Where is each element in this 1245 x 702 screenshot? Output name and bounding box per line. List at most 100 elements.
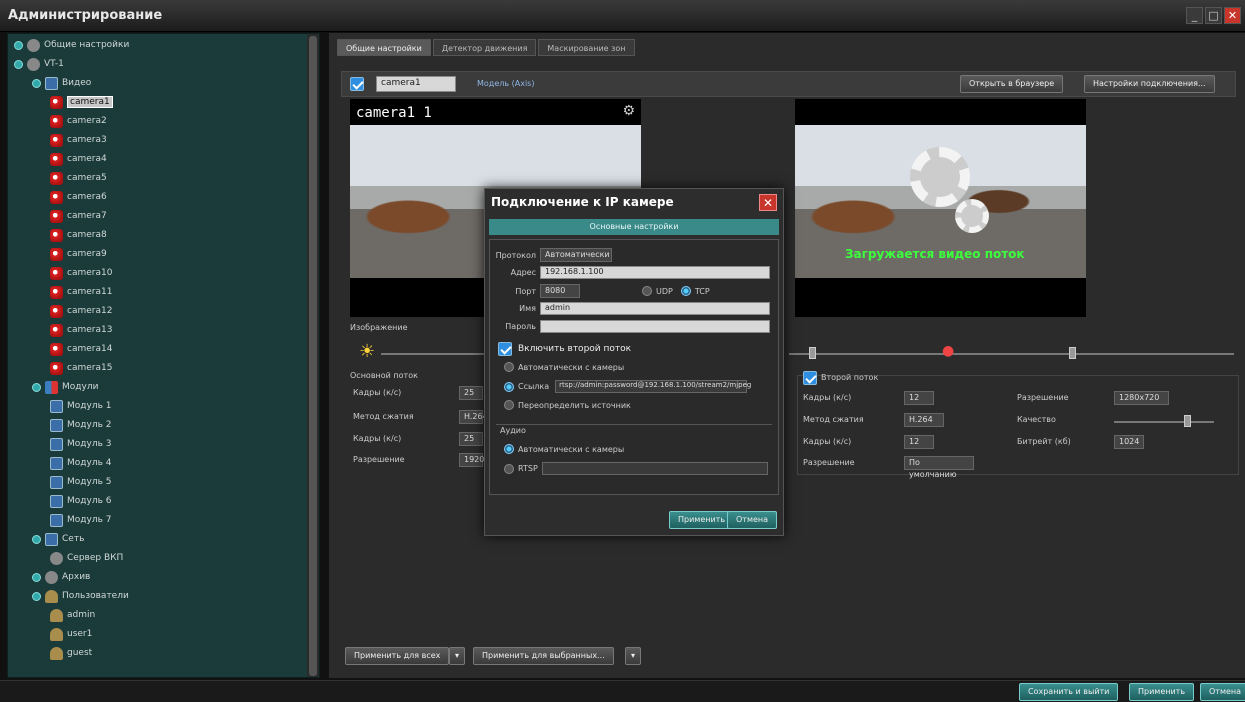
maximize-button[interactable]: □ <box>1205 7 1222 24</box>
tree-item[interactable]: guest <box>50 644 92 662</box>
quality-slider[interactable] <box>1114 415 1214 427</box>
tree-item[interactable]: Пользователи <box>32 587 129 605</box>
tree-item[interactable]: Архив <box>32 568 90 586</box>
url-radio[interactable] <box>504 381 514 392</box>
minimize-button[interactable]: _ <box>1186 7 1203 24</box>
tree-item[interactable]: VT-1 <box>14 55 64 73</box>
second-stream-url-input[interactable]: rtsp://admin:password@192.168.1.100/stre… <box>555 380 751 393</box>
gear-icon[interactable]: ⚙ <box>622 103 635 119</box>
tree-item[interactable]: admin <box>50 606 95 624</box>
udp-radio[interactable] <box>642 286 652 296</box>
second-fps2-select[interactable]: 12 <box>904 435 934 449</box>
tree-scrollbar-thumb[interactable] <box>309 36 317 676</box>
quality-slider-knob[interactable] <box>1184 415 1191 427</box>
main-fps-select[interactable]: 25 <box>459 386 483 400</box>
expand-toggle-icon[interactable] <box>32 382 41 392</box>
cancel-button[interactable]: Отмена <box>1200 683 1245 701</box>
tree-item[interactable]: camera11 <box>50 283 112 301</box>
tree-item[interactable]: Модуль 4 <box>50 454 111 472</box>
second-res-select[interactable]: 1280x720 <box>1114 391 1169 405</box>
module-icon <box>50 513 63 527</box>
main-codec-select[interactable]: H.264 <box>459 410 488 424</box>
camera-enabled-checkbox[interactable] <box>350 77 364 91</box>
tab-masking[interactable]: Маскирование зон <box>538 39 635 56</box>
tree-item[interactable]: camera14 <box>50 340 112 358</box>
tcp-radio[interactable] <box>680 286 691 296</box>
expand-toggle-icon[interactable] <box>32 572 41 582</box>
tree-item[interactable]: camera9 <box>50 245 107 263</box>
tree-item[interactable]: camera12 <box>50 302 112 320</box>
audio-auto-radio[interactable] <box>504 444 514 454</box>
tab-general[interactable]: Общие настройки <box>337 39 431 56</box>
audio-rtsp-input[interactable] <box>541 462 768 475</box>
address-input[interactable]: 192.168.1.100 <box>540 266 770 279</box>
auto-second-radio[interactable] <box>504 362 514 372</box>
setup-connection-button[interactable]: Настройки подключения... <box>1084 75 1215 93</box>
tree-item[interactable]: Модули <box>32 378 98 396</box>
tree-item[interactable]: camera15 <box>50 359 112 377</box>
expand-toggle-icon[interactable] <box>32 78 41 88</box>
tree-item[interactable]: Модуль 7 <box>50 511 111 529</box>
tree-item[interactable]: Сервер ВКП <box>50 549 123 567</box>
model-link[interactable]: Модель (Axis) <box>477 79 534 88</box>
expand-toggle-icon[interactable] <box>14 40 23 50</box>
tree-item[interactable]: camera13 <box>50 321 112 339</box>
tree-item[interactable]: camera1 <box>50 93 113 111</box>
tree-item[interactable]: Сеть <box>32 530 84 548</box>
second-fps-select[interactable]: 12 <box>904 391 934 405</box>
main-resolution-select[interactable]: 1920x1080 <box>459 453 509 467</box>
apply-all-dropdown-button[interactable]: ▾ <box>449 647 465 665</box>
enable-second-stream-checkbox[interactable] <box>498 342 512 356</box>
tree-item[interactable]: Модуль 3 <box>50 435 111 453</box>
port-input[interactable]: 8080 <box>540 284 580 298</box>
tree-item[interactable]: camera10 <box>50 264 112 282</box>
main-fps2-select[interactable]: 25 <box>459 432 483 446</box>
redetect-radio[interactable] <box>504 400 514 410</box>
tree-item[interactable]: Модуль 6 <box>50 492 111 510</box>
tree-item[interactable]: camera7 <box>50 207 107 225</box>
camera-name-input[interactable]: camera1 <box>376 76 456 92</box>
apply-button[interactable]: Применить <box>1129 683 1195 701</box>
name-input[interactable]: admin <box>540 302 770 315</box>
password-input[interactable] <box>540 320 770 333</box>
tree-item[interactable]: camera4 <box>50 150 107 168</box>
tree-item[interactable]: Модуль 2 <box>50 416 111 434</box>
tree-item[interactable]: user1 <box>50 625 92 643</box>
dialog-apply-button[interactable]: Применить <box>669 511 735 529</box>
tree-item[interactable]: camera8 <box>50 226 107 244</box>
tree-item-label: Модуль 4 <box>67 458 112 468</box>
tree-item[interactable]: camera6 <box>50 188 107 206</box>
dialog-cancel-button[interactable]: Отмена <box>727 511 778 529</box>
tree-item[interactable]: Модуль 1 <box>50 397 111 415</box>
expand-toggle-icon[interactable] <box>32 591 41 601</box>
apply-selected-dropdown-button[interactable]: ▾ <box>625 647 641 665</box>
expand-toggle-icon[interactable] <box>32 534 41 544</box>
apply-selected-button[interactable]: Применить для выбранных... <box>473 647 614 665</box>
bitrate-input[interactable]: 1024 <box>1114 435 1144 449</box>
audio-rtsp-radio[interactable] <box>504 463 514 474</box>
dialog-tab-main[interactable]: Основные настройки <box>489 219 779 235</box>
tree-item[interactable]: camera2 <box>50 112 107 130</box>
color-slider-track[interactable] <box>789 347 1234 359</box>
second-stream-checkbox[interactable] <box>803 371 817 385</box>
second-codec-select[interactable]: H.264 <box>904 413 944 427</box>
tab-motion-detector[interactable]: Детектор движения <box>432 39 537 56</box>
open-browser-button[interactable]: Открыть в браузере <box>960 75 1064 93</box>
tree-scrollbar[interactable] <box>307 34 319 677</box>
second-resolution-select[interactable]: По умолчанию <box>904 456 974 479</box>
expand-toggle-icon[interactable] <box>14 59 23 69</box>
brightness-slider[interactable] <box>381 353 491 355</box>
dialog-close-button[interactable]: ✕ <box>759 194 777 211</box>
color-slider-knob-left[interactable] <box>809 347 816 359</box>
tree-item-label: Модуль 6 <box>67 496 112 506</box>
tree-item[interactable]: Общие настройки <box>14 36 129 54</box>
tree-item[interactable]: camera3 <box>50 131 107 149</box>
save-and-exit-button[interactable]: Сохранить и выйти <box>1019 683 1119 701</box>
tree-item[interactable]: Модуль 5 <box>50 473 111 491</box>
tree-item[interactable]: camera5 <box>50 169 107 187</box>
apply-all-button[interactable]: Применить для всех <box>345 647 450 665</box>
protocol-select[interactable]: Автоматически <box>540 248 612 262</box>
close-window-button[interactable]: ✕ <box>1224 7 1241 24</box>
tree-item[interactable]: Видео <box>32 74 91 92</box>
color-slider-knob-right[interactable] <box>1069 347 1076 359</box>
